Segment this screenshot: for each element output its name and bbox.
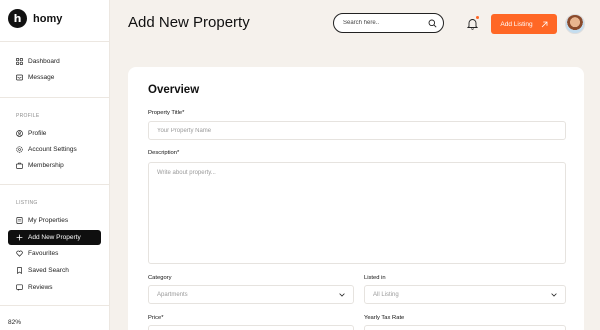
search-box[interactable]: [333, 13, 444, 33]
property-title-input[interactable]: [148, 121, 566, 140]
brand-logo: h: [8, 9, 27, 28]
heart-icon: [16, 250, 23, 257]
description-label: Description*: [148, 150, 180, 156]
category-select[interactable]: Apartments: [148, 285, 354, 304]
bookmark-icon: [16, 267, 23, 274]
sidebar-item-saved-search[interactable]: Saved Search: [8, 263, 101, 278]
divider: [0, 184, 110, 185]
sidebar-item-profile[interactable]: Profile: [8, 126, 101, 141]
listed-in-label: Listed in: [364, 275, 386, 281]
sidebar-item-label: Reviews: [28, 284, 53, 291]
star-icon: [16, 284, 23, 291]
sidebar-item-my-properties[interactable]: My Properties: [8, 213, 101, 228]
plus-icon: [16, 234, 23, 241]
divider: [0, 41, 110, 42]
sidebar-item-add-new-property[interactable]: Add New Property: [8, 230, 101, 245]
sidebar-item-label: Account Settings: [28, 146, 77, 153]
search-input[interactable]: [343, 20, 428, 26]
document-icon: [16, 217, 23, 224]
sidebar-item-reviews[interactable]: Reviews: [8, 280, 101, 295]
chevron-down-icon: [551, 292, 557, 297]
message-icon: [16, 74, 23, 81]
notification-dot: [476, 16, 479, 19]
settings-icon: [16, 146, 23, 153]
bell-icon[interactable]: [467, 18, 478, 30]
section-title: Overview: [148, 84, 200, 96]
sidebar-item-account-settings[interactable]: Account Settings: [8, 142, 101, 157]
arrow-up-right-icon: [541, 21, 547, 27]
add-listing-label: Add Listing: [500, 20, 533, 28]
search-icon[interactable]: [428, 19, 437, 28]
section-label-profile: PROFILE: [16, 113, 40, 119]
price-label: Price*: [148, 315, 164, 321]
chevron-down-icon: [339, 292, 345, 297]
sidebar-item-label: Message: [28, 74, 55, 81]
section-label-listing: LISTING: [16, 200, 38, 206]
divider: [0, 305, 110, 306]
sidebar-item-message[interactable]: Message: [8, 70, 101, 85]
sidebar-item-label: Membership: [28, 162, 64, 169]
page-title: Add New Property: [128, 14, 250, 31]
sidebar-item-favourites[interactable]: Favourites: [8, 246, 101, 261]
category-label: Category: [148, 275, 172, 281]
overview-card: Overview Property Title* Description* Ca…: [128, 67, 584, 330]
brand-name: homy: [33, 12, 63, 25]
category-value: Apartments: [157, 291, 188, 298]
user-icon: [16, 130, 23, 137]
property-title-label: Property Title*: [148, 110, 185, 116]
yearly-tax-rate-label: Yearly Tax Rate: [364, 315, 405, 321]
price-input[interactable]: [148, 325, 354, 330]
profile-progress: 82%: [8, 319, 22, 326]
sidebar-item-label: My Properties: [28, 217, 69, 224]
listed-in-value: All Listing: [373, 291, 399, 298]
briefcase-icon: [16, 162, 23, 169]
divider: [0, 97, 110, 98]
sidebar-item-label: Add New Property: [28, 234, 81, 241]
grid-icon: [16, 58, 23, 65]
sidebar-item-label: Dashboard: [28, 58, 60, 65]
yearly-tax-rate-input[interactable]: [364, 325, 566, 330]
add-listing-button[interactable]: Add Listing: [491, 14, 557, 34]
sidebar-item-label: Favourites: [28, 250, 59, 257]
avatar[interactable]: [565, 14, 585, 34]
description-textarea[interactable]: [148, 162, 566, 264]
sidebar-item-label: Profile: [28, 130, 47, 137]
brand[interactable]: h homy: [8, 9, 62, 28]
sidebar-item-membership[interactable]: Membership: [8, 158, 101, 173]
listed-in-select[interactable]: All Listing: [364, 285, 566, 304]
sidebar: h homy Dashboard Message PROFILE Profile…: [0, 0, 110, 330]
sidebar-item-label: Saved Search: [28, 267, 69, 274]
sidebar-item-dashboard[interactable]: Dashboard: [8, 54, 101, 69]
